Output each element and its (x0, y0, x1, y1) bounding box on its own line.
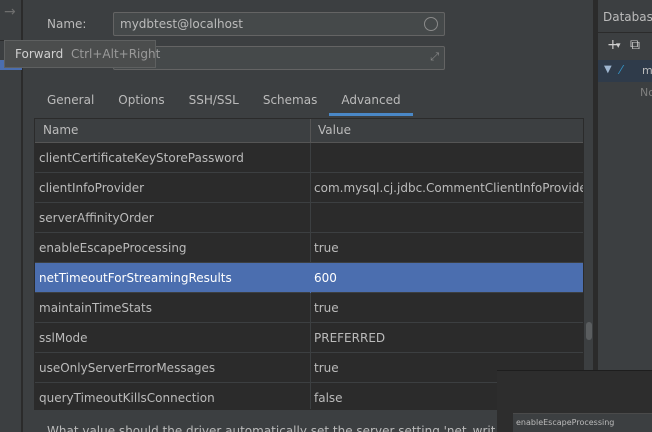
property-name-cell[interactable]: clientCertificateKeyStorePassword (39, 151, 244, 165)
tree-item-label: m (642, 64, 652, 77)
panel-no-text: No (640, 86, 652, 99)
table-header: Name Value (35, 119, 583, 143)
table-row[interactable]: enableEscapeProcessing true (35, 233, 583, 263)
cell-divider (310, 353, 311, 383)
tab-ssh-ssl[interactable]: SSH/SSL (177, 88, 251, 116)
forward-arrow-icon[interactable]: → (4, 4, 16, 20)
database-panel-title[interactable]: Database (603, 10, 652, 24)
advanced-properties-table: Name Value clientCertificateKeyStorePass… (34, 118, 584, 410)
name-field[interactable]: mydbtest@localhost (113, 12, 445, 36)
table-row[interactable]: maintainTimeStats true (35, 293, 583, 323)
property-value-cell[interactable]: true (314, 241, 339, 255)
database-tool-window: Database + ▾ ⧉ ▼ ⁄ m No (597, 0, 652, 432)
tab-advanced[interactable]: Advanced (329, 88, 413, 116)
property-name-cell[interactable]: useOnlyServerErrorMessages (39, 361, 215, 375)
cell-divider (310, 323, 311, 353)
table-row[interactable]: netTimeoutForStreamingResults 600 (35, 263, 583, 293)
property-name-cell[interactable]: netTimeoutForStreamingResults (39, 271, 232, 285)
property-name-cell[interactable]: maintainTimeStats (39, 301, 152, 315)
preview-overlay: enableEscapeProcessing (497, 370, 652, 432)
property-name-cell[interactable]: serverAffinityOrder (39, 211, 154, 225)
chevron-down-icon[interactable]: ▼ (604, 64, 612, 75)
column-separator[interactable] (310, 119, 311, 143)
scrollbar-thumb[interactable] (586, 322, 592, 340)
cell-divider (310, 233, 311, 263)
forward-tooltip: Forward Ctrl+Alt+Right (4, 40, 160, 68)
mysql-datasource-icon: ⁄ (620, 63, 623, 77)
property-name-cell[interactable]: queryTimeoutKillsConnection (39, 391, 215, 405)
table-row[interactable]: clientCertificateKeyStorePassword (35, 143, 583, 173)
cell-divider (310, 203, 311, 233)
expand-icon[interactable]: ⤢ (430, 50, 439, 64)
property-name-cell[interactable]: sslMode (39, 331, 88, 345)
tree-item-datasource[interactable]: ▼ ⁄ m (598, 60, 652, 82)
tab-general[interactable]: General (35, 88, 106, 116)
property-value-cell[interactable]: false (314, 391, 343, 405)
overlay-bar: enableEscapeProcessing (513, 413, 652, 432)
tab-bar: General Options SSH/SSL Schemas Advanced (35, 88, 413, 116)
tooltip-label: Forward (15, 47, 64, 61)
property-value-cell[interactable]: true (314, 301, 339, 315)
property-value-cell[interactable]: true (314, 361, 339, 375)
tab-options[interactable]: Options (106, 88, 176, 116)
name-field-value[interactable]: mydbtest@localhost (120, 17, 243, 31)
property-value-cell[interactable]: 600 (314, 271, 337, 285)
cell-divider (310, 263, 311, 293)
table-scrollbar[interactable] (585, 118, 593, 410)
property-value-cell[interactable]: PREFERRED (314, 331, 385, 345)
panel-header-divider (598, 32, 652, 33)
cell-divider (310, 383, 311, 409)
property-name-cell[interactable]: enableEscapeProcessing (39, 241, 187, 255)
overlay-text: enableEscapeProcessing (516, 418, 615, 427)
property-value-cell[interactable]: com.mysql.cj.jdbc.CommentClientInfoProvi… (314, 181, 583, 195)
color-circle-icon[interactable] (424, 17, 438, 31)
tooltip-shortcut: Ctrl+Alt+Right (71, 47, 161, 61)
cell-divider (310, 173, 311, 203)
add-dropdown-icon[interactable]: ▾ (616, 41, 621, 51)
column-header-value[interactable]: Value (318, 123, 351, 137)
comment-field[interactable]: ⤢ (113, 46, 445, 70)
table-row[interactable]: clientInfoProvider com.mysql.cj.jdbc.Comm… (35, 173, 583, 203)
column-header-name[interactable]: Name (43, 123, 78, 137)
table-row[interactable]: sslMode PREFERRED (35, 323, 583, 353)
property-name-cell[interactable]: clientInfoProvider (39, 181, 144, 195)
table-row[interactable]: serverAffinityOrder (35, 203, 583, 233)
copy-icon[interactable]: ⧉ (630, 37, 640, 53)
cell-divider (310, 293, 311, 323)
name-label: Name: (47, 17, 87, 31)
property-description: What value should the driver automatical… (47, 424, 495, 432)
cell-divider (310, 143, 311, 173)
tab-schemas[interactable]: Schemas (251, 88, 330, 116)
